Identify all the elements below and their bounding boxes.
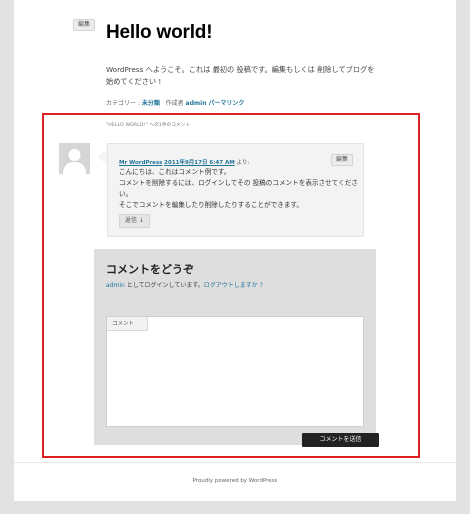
comment-line: そこでコメントを編集したり削除したりすることができます。 — [119, 201, 303, 209]
category-prefix: カテゴリー : — [106, 100, 140, 107]
comment-textarea[interactable]: コメント — [106, 316, 364, 427]
comment-author-link[interactable]: Mr WordPress — [119, 160, 162, 166]
logged-in-text: としてログインしています。 — [124, 282, 204, 289]
comment-said: より: — [236, 160, 250, 166]
logged-in-as: admin としてログインしています。ログアウトしますか ? — [106, 280, 263, 289]
site-footer: Proudly powered by WordPress — [14, 478, 456, 484]
post-meta: カテゴリー : 未分類 作成者 admin パーマリンク — [106, 98, 244, 107]
category-link[interactable]: 未分類 — [142, 100, 160, 107]
comment-text: こんにちは、これはコメント例です。 コメントを削除するには、ログインしてその 投… — [119, 167, 359, 211]
submit-comment-button[interactable]: コメントを送信 — [302, 433, 379, 447]
comment-line: コメントを削除するには、ログインしてその 投稿のコメントを表示させてください。 — [119, 179, 358, 198]
author-prefix: 作成者 — [165, 100, 184, 107]
comments-title: "HELLO WORLD!" への1件のコメント — [106, 123, 191, 128]
post-edit-link[interactable]: 編集 — [73, 19, 96, 31]
footer-divider — [14, 462, 456, 463]
post-title[interactable]: Hello world! — [106, 22, 213, 44]
author-link[interactable]: admin — [186, 100, 207, 107]
comment-form: コメントをどうぞ admin としてログインしています。ログアウトしますか ? … — [94, 249, 376, 445]
comment-line: こんにちは、これはコメント例です。 — [119, 168, 231, 176]
footer-credit-link[interactable]: Proudly powered by WordPress — [193, 478, 278, 484]
comment-item: Mr WordPress 2011年9月17日 6:47 AM より: 編集 こ… — [107, 143, 364, 237]
profile-link[interactable]: admin — [106, 282, 125, 289]
permalink-link[interactable]: パーマリンク — [208, 100, 244, 107]
comment-textarea-label: コメント — [107, 317, 148, 331]
logout-link[interactable]: ログアウトしますか ? — [204, 282, 263, 289]
comment-bubble-arrow — [97, 150, 107, 164]
comment-edit-link[interactable]: 編集 — [330, 154, 353, 166]
reply-title: コメントをどうぞ — [106, 263, 194, 276]
reply-button[interactable]: 返信 ↓ — [119, 214, 150, 228]
comment-date-link[interactable]: 2011年9月17日 6:47 AM — [164, 160, 235, 166]
comment-meta: Mr WordPress 2011年9月17日 6:47 AM より: — [119, 158, 249, 166]
default-avatar-icon — [59, 143, 90, 174]
post-content: WordPress へようこそ。これは 最初の 投稿です。編集もしくは 削除して… — [106, 65, 375, 86]
avatar — [59, 143, 90, 174]
